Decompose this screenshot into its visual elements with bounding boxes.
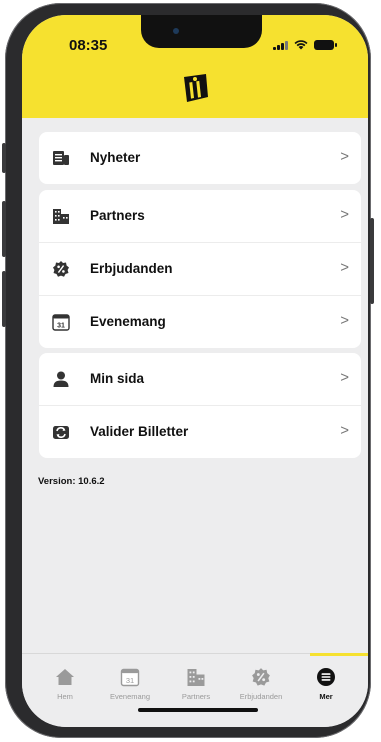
tab-partners[interactable]: Partners <box>165 654 227 710</box>
menu-item-partners[interactable]: Partners > <box>39 190 361 243</box>
phone-frame: 08:35 Nyheter > Partners > Erbjudanden >… <box>2 3 374 738</box>
menu-group-offers: Partners > Erbjudanden > 31 Evenemang > <box>39 190 361 348</box>
building-icon <box>53 209 69 224</box>
tab-evenemang[interactable]: 31 Evenemang <box>99 654 161 710</box>
menu-item-evenemang[interactable]: 31 Evenemang > <box>39 296 361 348</box>
tab-label: Erbjudanden <box>239 692 283 701</box>
power-button <box>370 218 374 304</box>
menu-item-label: Min sida <box>90 371 145 386</box>
calendar-day-text: 31 <box>57 323 65 330</box>
calendar-icon: 31 <box>52 314 70 331</box>
chevron-right-icon: > <box>340 369 349 386</box>
app-header: 08:35 <box>22 15 368 118</box>
person-icon <box>53 371 69 387</box>
tab-label: Hem <box>57 692 73 701</box>
mute-switch <box>2 143 6 173</box>
status-icons <box>273 40 337 50</box>
wifi-icon <box>294 40 308 50</box>
battery-icon <box>314 40 337 50</box>
calendar-icon: 31 <box>120 668 140 687</box>
menu-item-min-sida[interactable]: Min sida > <box>39 353 361 406</box>
menu-item-erbjudanden[interactable]: Erbjudanden > <box>39 243 361 296</box>
signal-icon <box>273 40 288 50</box>
menu-group-news: Nyheter > <box>39 132 361 184</box>
tab-label: Evenemang <box>109 692 151 701</box>
calendar-day-text: 31 <box>126 676 134 685</box>
menu-item-label: Evenemang <box>90 314 166 329</box>
menu-item-label: Valider Billetter <box>90 424 189 439</box>
discount-badge-icon <box>252 668 270 686</box>
menu-item-nyheter[interactable]: Nyheter > <box>39 132 361 184</box>
menu-group-account: Min sida > Valider Billetter > <box>39 353 361 458</box>
home-indicator[interactable] <box>138 708 258 712</box>
tab-label: Mer <box>319 692 333 701</box>
home-icon <box>56 669 74 685</box>
tab-erbjudanden[interactable]: Erbjudanden <box>230 654 292 710</box>
building-icon <box>187 669 205 686</box>
notch <box>141 15 262 48</box>
ticket-sync-icon <box>53 426 69 439</box>
club-logo[interactable] <box>178 71 212 105</box>
volume-up-button <box>2 201 6 257</box>
tab-mer[interactable]: Mer <box>295 654 357 710</box>
chevron-right-icon: > <box>340 259 349 276</box>
volume-down-button <box>2 271 6 327</box>
discount-badge-icon <box>53 261 69 277</box>
screen: 08:35 Nyheter > Partners > Erbjudanden >… <box>22 15 368 727</box>
chevron-right-icon: > <box>340 312 349 329</box>
tab-label: Partners <box>181 692 211 701</box>
menu-item-label: Erbjudanden <box>90 261 173 276</box>
news-icon <box>53 151 69 165</box>
chevron-right-icon: > <box>340 422 349 439</box>
chevron-right-icon: > <box>340 206 349 223</box>
menu-item-valider-billetter[interactable]: Valider Billetter > <box>39 406 361 458</box>
chevron-right-icon: > <box>340 148 349 165</box>
menu-icon <box>317 668 335 686</box>
app-version: Version: 10.6.2 <box>38 476 105 487</box>
menu-item-label: Nyheter <box>90 150 141 165</box>
bottom-tab-bar: Hem 31 Evenemang Partners Erbjudanden Me… <box>22 653 368 727</box>
status-time: 08:35 <box>69 37 108 54</box>
tab-hem[interactable]: Hem <box>34 654 96 710</box>
menu-item-label: Partners <box>90 208 145 223</box>
